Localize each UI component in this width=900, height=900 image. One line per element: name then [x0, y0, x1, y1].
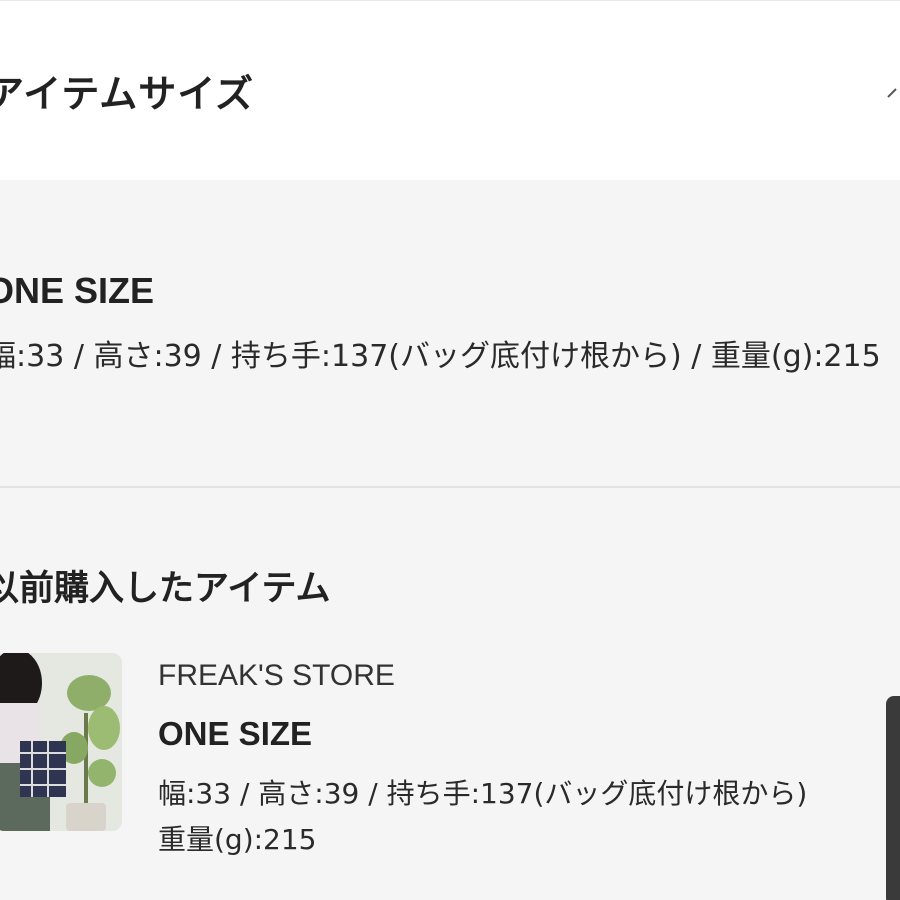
item-detail-text: 幅:33 / 高さ:39 / 持ち手:137(バッグ底付け根から) 重量(g):… [158, 771, 898, 863]
item-brand: FREAK'S STORE [158, 659, 395, 692]
chevron-up-icon[interactable] [886, 85, 900, 101]
size-detail-text: 幅:33 / 高さ:39 / 持ち手:137(バッグ底付け根から) / 重量(g… [0, 339, 881, 374]
section-title: アイテムサイズ [0, 72, 255, 116]
purchase-history-panel: 以前購入したアイテム FREAK'S STORE ONE SIZE 幅:33 /… [0, 488, 900, 900]
product-photo-icon [0, 653, 122, 831]
scroll-handle[interactable] [886, 696, 900, 900]
section-header[interactable]: アイテムサイズ [0, 0, 900, 181]
purchase-history-title: 以前購入したアイテム [0, 569, 331, 609]
purchased-item-card[interactable]: FREAK'S STORE ONE SIZE 幅:33 / 高さ:39 / 持ち… [0, 653, 900, 883]
size-label: ONE SIZE [0, 270, 155, 311]
product-thumbnail[interactable] [0, 653, 122, 831]
item-detail-line: 重量(g):215 [158, 823, 317, 856]
item-detail-line: 幅:33 / 高さ:39 / 持ち手:137(バッグ底付け根から) [158, 777, 808, 810]
page: アイテムサイズ ONE SIZE 幅:33 / 高さ:39 / 持ち手:137(… [0, 0, 900, 900]
size-info-panel: ONE SIZE 幅:33 / 高さ:39 / 持ち手:137(バッグ底付け根か… [0, 180, 900, 488]
item-size: ONE SIZE [158, 715, 313, 752]
